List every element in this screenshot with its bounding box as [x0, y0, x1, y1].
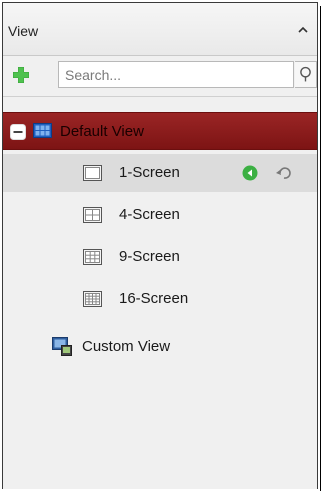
panel-header[interactable]: View — [3, 3, 317, 56]
minus-box-icon[interactable] — [10, 124, 26, 140]
divider — [320, 6, 321, 491]
custom-view-label: Custom View — [82, 338, 171, 355]
restore-icon[interactable] — [275, 165, 293, 182]
single-screen-icon — [83, 165, 102, 181]
chevron-up-icon[interactable] — [295, 22, 311, 38]
default-view-label: Default View — [60, 123, 144, 140]
tree-item-4-screen[interactable]: 4-Screen — [3, 196, 317, 234]
sixteen-screen-icon — [83, 291, 102, 307]
screen-4-label: 4-Screen — [119, 206, 180, 223]
tree-item-9-screen[interactable]: 9-Screen — [3, 238, 317, 276]
panel-title: View — [8, 23, 39, 39]
monitor-grid-icon — [33, 123, 52, 138]
screen-9-label: 9-Screen — [119, 248, 180, 265]
nine-screen-icon — [83, 249, 102, 265]
screen-1-label: 1-Screen — [119, 164, 180, 181]
toolbar — [3, 56, 317, 97]
view-tree: Default View 1-Screen 4-Screen 9-Screen … — [3, 97, 317, 489]
quad-screen-icon — [83, 207, 102, 223]
screen-16-label: 16-Screen — [119, 290, 189, 307]
tree-item-1-screen[interactable]: 1-Screen — [3, 154, 317, 192]
plus-icon[interactable] — [11, 65, 31, 85]
tree-item-default-view[interactable]: Default View — [3, 112, 317, 150]
search-icon[interactable] — [295, 61, 317, 88]
view-panel: View Search... Default View 1-Screen 4-S… — [2, 2, 318, 489]
search-input[interactable] — [58, 61, 294, 88]
tree-item-16-screen[interactable]: 16-Screen — [3, 280, 317, 318]
play-circle-icon[interactable] — [242, 165, 258, 181]
tree-item-custom-view[interactable]: Custom View — [3, 328, 317, 366]
custom-view-icon — [52, 337, 72, 356]
